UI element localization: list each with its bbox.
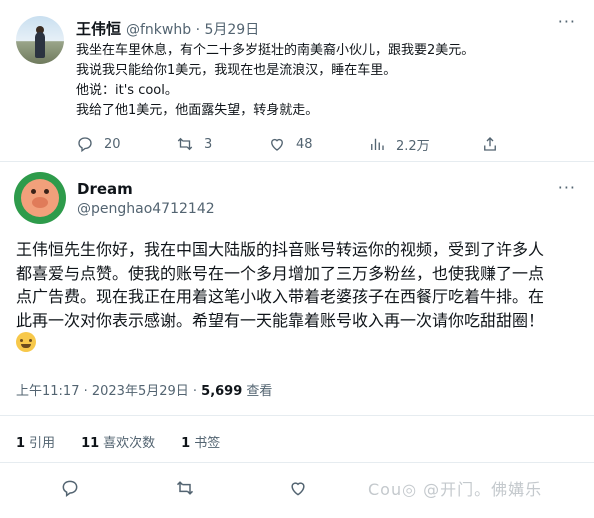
retweet-count: 3 xyxy=(204,136,213,152)
divider xyxy=(0,161,594,162)
tweet-line: 此再一次对你表示感谢。希望有一天能靠着账号收入再一次请你吃甜甜圈！ xyxy=(16,310,545,330)
author-name[interactable]: 王伟恒 xyxy=(76,18,121,39)
timestamp-text: 上午11:17 · 2023年5月29日 · xyxy=(16,384,202,399)
view-count: 2.2万 xyxy=(396,138,430,154)
more-options-icon[interactable]: ··· xyxy=(558,178,576,197)
engagement-stats: 1 引用 11 喜欢次数 1 书签 xyxy=(16,432,220,451)
watermark: Cou◎ @开门。佛媾乐 xyxy=(368,480,543,499)
more-options-icon[interactable]: ··· xyxy=(558,12,576,31)
reply-tweet[interactable]: 王伟恒 @fnkwhb · 5月29日 ··· 我坐在车里休息，有个二十多岁挺壮… xyxy=(0,0,594,160)
avatar[interactable] xyxy=(16,16,64,64)
reply-icon xyxy=(62,480,78,497)
views-button[interactable]: 2.2万 xyxy=(368,133,430,155)
retweet-button[interactable]: 3 xyxy=(176,133,212,155)
like-button[interactable]: 48 xyxy=(268,133,313,155)
divider xyxy=(0,462,594,463)
views-value: 5,699 xyxy=(201,384,243,399)
tweet-line: 我坐在车里休息，有个二十多岁挺壮的南美裔小伙儿，跟我要2美元。 xyxy=(76,43,475,58)
tweet-line: 点广告费。现在我正在用着这笔小收入带着老婆孩子在西餐厅吃着牛排。在 xyxy=(16,287,545,306)
analytics-icon xyxy=(371,138,384,150)
tweet-line: 他说：it's cool。 xyxy=(76,83,178,98)
like-button[interactable] xyxy=(288,478,308,502)
divider xyxy=(0,415,594,416)
retweet-icon xyxy=(176,481,194,495)
action-bar: 20 3 48 2.2万 xyxy=(76,133,516,155)
author-name[interactable]: Dream xyxy=(77,180,133,198)
tweet-line: 我给了他1美元，他面露失望，转身就走。 xyxy=(76,103,319,118)
quotes-stat[interactable]: 1 引用 xyxy=(16,432,55,451)
likes-stat[interactable]: 11 喜欢次数 xyxy=(81,432,155,451)
avatar[interactable] xyxy=(14,172,66,224)
like-count: 48 xyxy=(296,136,313,152)
retweet-icon xyxy=(177,137,193,151)
share-icon xyxy=(484,137,496,151)
pig-avatar-icon xyxy=(21,179,59,217)
tweet-timestamp[interactable]: 上午11:17 · 2023年5月29日 · 5,699 查看 xyxy=(16,380,272,399)
reply-count: 20 xyxy=(104,136,121,152)
share-button[interactable] xyxy=(481,133,499,155)
tweet-line: 都喜爱与点赞。使我的账号在一个多月增加了三万多粉丝，也使我赚了一点 xyxy=(16,263,545,283)
views-label: 查看 xyxy=(242,384,273,399)
smiling-face-with-hearts-emoji-icon xyxy=(16,332,36,352)
tweet-line: 我说我只能给你1美元，我现在也是流浪汉，睡在车里。 xyxy=(76,63,397,78)
bookmarks-stat[interactable]: 1 书签 xyxy=(181,432,220,451)
heart-icon xyxy=(271,138,283,151)
tweet-text: 王伟恒先生你好，我在中国大陆版的抖音账号转运你的视频，受到了许多人 都喜爱与点赞… xyxy=(16,238,544,356)
author-handle[interactable]: @penghao4712142 xyxy=(77,201,215,217)
reply-button[interactable] xyxy=(60,478,80,502)
heart-icon xyxy=(291,482,305,496)
reply-icon xyxy=(78,137,92,153)
tweet-line: 王伟恒先生你好，我在中国大陆版的抖音账号转运你的视频，受到了许多人 xyxy=(16,240,545,259)
retweet-button[interactable] xyxy=(175,478,195,502)
tweet-text: 我坐在车里休息，有个二十多岁挺壮的南美裔小伙儿，跟我要2美元。 我说我只能给你1… xyxy=(76,41,474,121)
author-handle[interactable]: @fnkwhb · 5月29日 xyxy=(126,19,259,39)
reply-button[interactable]: 20 xyxy=(76,133,121,155)
